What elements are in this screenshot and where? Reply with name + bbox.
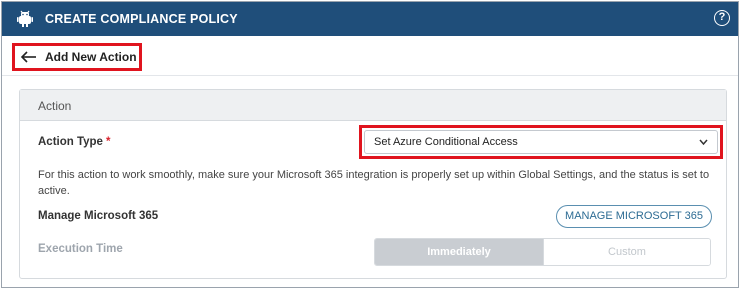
- manage-m365-button[interactable]: MANAGE MICROSOFT 365: [556, 205, 712, 228]
- app-frame: CREATE COMPLIANCE POLICY ? Add New Actio…: [1, 1, 739, 288]
- android-robot-icon: [17, 10, 33, 27]
- execution-option-custom[interactable]: Custom: [543, 239, 710, 265]
- action-type-value: Set Azure Conditional Access: [374, 136, 518, 148]
- chevron-down-icon: [699, 139, 708, 146]
- back-button-label[interactable]: Add New Action: [45, 50, 137, 64]
- required-marker: *: [105, 136, 111, 148]
- action-type-highlight: Set Azure Conditional Access: [359, 125, 723, 159]
- action-type-select[interactable]: Set Azure Conditional Access: [364, 130, 718, 154]
- top-bar: CREATE COMPLIANCE POLICY ?: [2, 2, 738, 36]
- arrow-left-icon[interactable]: [20, 48, 38, 66]
- integration-note: For this action to work smoothly, make s…: [38, 169, 710, 197]
- page-title: CREATE COMPLIANCE POLICY: [45, 12, 238, 26]
- help-circle-icon[interactable]: ?: [714, 10, 730, 26]
- action-card: Action Action Type * Set Azure Conditiona…: [19, 89, 727, 279]
- card-header: Action: [20, 90, 726, 121]
- execution-time-toggle: Immediately Custom: [374, 238, 711, 266]
- execution-option-immediately[interactable]: Immediately: [375, 239, 543, 265]
- action-type-label: Action Type *: [38, 136, 110, 148]
- sub-header: Add New Action: [2, 36, 738, 76]
- execution-time-label: Execution Time: [38, 243, 123, 255]
- manage-m365-label: Manage Microsoft 365: [38, 210, 159, 222]
- back-button[interactable]: Add New Action: [12, 43, 142, 71]
- action-type-label-text: Action Type: [38, 136, 103, 148]
- card-title: Action: [38, 99, 72, 113]
